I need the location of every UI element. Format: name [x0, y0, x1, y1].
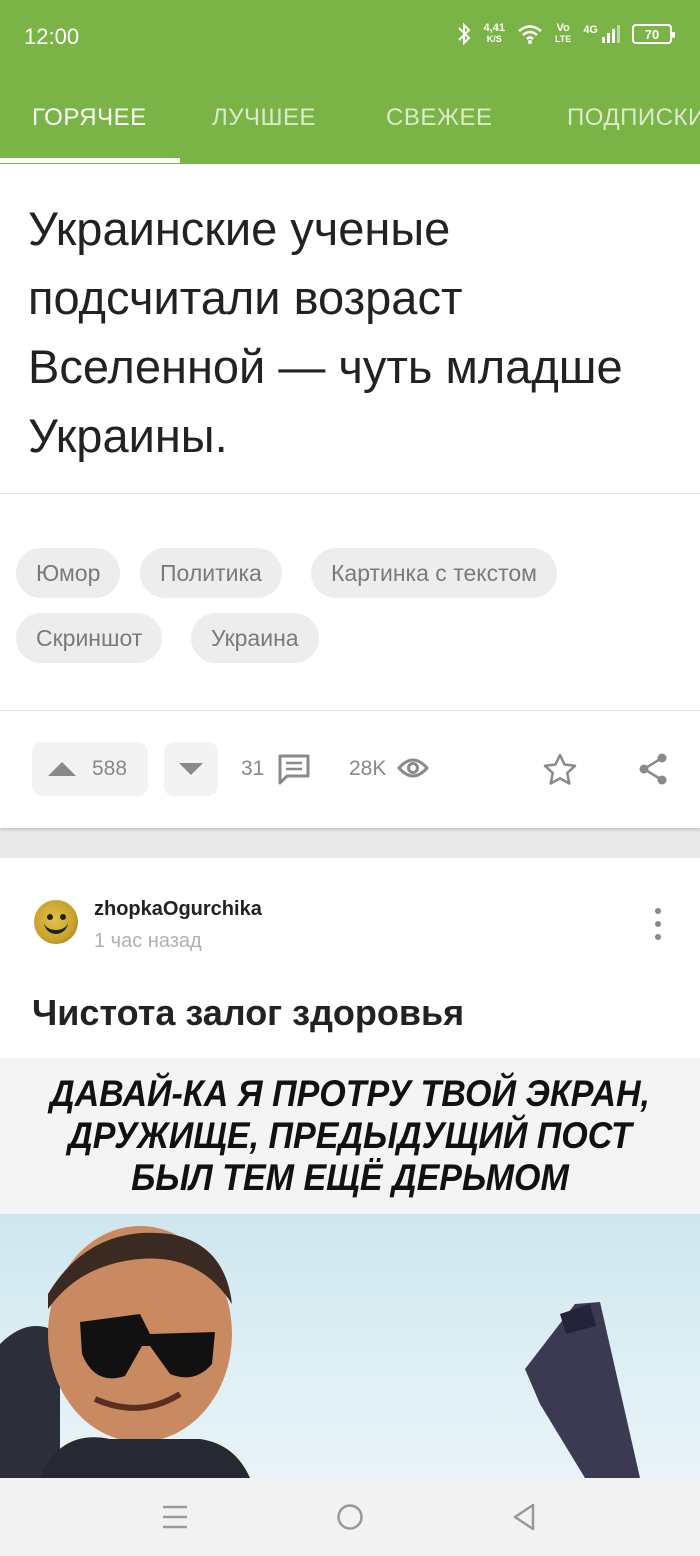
- meme-photo-illustration: [0, 1226, 640, 1478]
- status-indicators: 4,41 K/S Vo LTE 4G 70: [456, 22, 675, 46]
- tab-subscriptions[interactable]: ПОДПИСКИ: [567, 104, 700, 132]
- network-speed: 4,41 K/S: [484, 23, 505, 45]
- network-speed-unit: K/S: [486, 34, 502, 44]
- tag-picture-with-text[interactable]: Картинка с текстом: [311, 548, 557, 598]
- battery-level: 70: [644, 26, 660, 42]
- post-actions: 588 31 28K: [0, 712, 700, 828]
- back-icon[interactable]: [512, 1502, 536, 1532]
- post-image[interactable]: ДАВАЙ-КА Я ПРОТРУ ТВОЙ ЭКРАН, ДРУЖИЩЕ, П…: [0, 1058, 700, 1478]
- post-card: zhopkaOgurchika 1 час назад Чистота зало…: [0, 858, 700, 1478]
- tab-best[interactable]: ЛУЧШЕЕ: [212, 104, 316, 132]
- volte-indicator: Vo LTE: [555, 23, 571, 45]
- divider: [0, 710, 700, 711]
- wifi-icon: [518, 25, 542, 44]
- star-icon[interactable]: [542, 752, 578, 786]
- tag-screenshot[interactable]: Скриншот: [16, 613, 163, 663]
- post-title[interactable]: Чистота залог здоровья: [32, 992, 464, 1034]
- eye-icon: [397, 758, 429, 778]
- downvote-icon: [179, 763, 203, 775]
- post-headline-image-text: Украинские ученые подсчитали возраст Все…: [28, 202, 623, 462]
- home-icon[interactable]: [336, 1503, 364, 1531]
- volte-top: Vo: [556, 22, 570, 34]
- upvote-button[interactable]: 588: [32, 742, 148, 796]
- volte-bottom: LTE: [554, 34, 572, 44]
- avatar[interactable]: [34, 900, 78, 944]
- rating-count: 588: [92, 757, 128, 780]
- status-time: 12:00: [24, 24, 80, 49]
- divider: [0, 493, 700, 494]
- downvote-button[interactable]: [164, 742, 218, 796]
- network-speed-value: 4,41: [483, 22, 505, 34]
- app-header: 12:00 4,41 K/S Vo LTE 4G 70 ГОРЯЧЕЕ ЛУЧШ…: [0, 0, 700, 164]
- meme-caption-area: ДАВАЙ-КА Я ПРОТРУ ТВОЙ ЭКРАН, ДРУЖИЩЕ, П…: [0, 1058, 700, 1214]
- tab-indicator: [0, 158, 180, 163]
- tag-humor[interactable]: Юмор: [16, 548, 121, 598]
- tab-new[interactable]: СВЕЖЕЕ: [386, 104, 493, 132]
- upvote-icon: [48, 762, 76, 776]
- views-count: 28K: [349, 757, 387, 780]
- tag-politics[interactable]: Политика: [140, 548, 282, 598]
- share-icon[interactable]: [636, 752, 670, 786]
- meme-caption: ДАВАЙ-КА Я ПРОТРУ ТВОЙ ЭКРАН, ДРУЖИЩЕ, П…: [49, 1073, 650, 1198]
- author-name[interactable]: zhopkaOgurchika: [94, 898, 262, 921]
- menu-icon[interactable]: [162, 1504, 188, 1530]
- system-navigation-bar: [0, 1478, 700, 1556]
- tag-ukraine[interactable]: Украина: [191, 613, 319, 663]
- battery-icon: 70: [632, 24, 675, 44]
- post-time: 1 час назад: [94, 930, 202, 952]
- post-card: Украинские ученые подсчитали возраст Все…: [0, 164, 700, 828]
- network-type: 4G: [583, 24, 598, 36]
- meme-photo: [0, 1214, 700, 1478]
- tab-hot[interactable]: ГОРЯЧЕЕ: [32, 104, 147, 132]
- comment-icon[interactable]: [277, 753, 311, 785]
- comments-count: 31: [241, 757, 265, 780]
- bluetooth-icon: [457, 22, 470, 46]
- signal-icon: 4G: [583, 25, 620, 43]
- more-options-button[interactable]: [654, 908, 662, 940]
- feed-tabs: ГОРЯЧЕЕ ЛУЧШЕЕ СВЕЖЕЕ ПОДПИСКИ: [0, 72, 700, 164]
- status-bar: 12:00 4,41 K/S Vo LTE 4G 70: [0, 0, 700, 72]
